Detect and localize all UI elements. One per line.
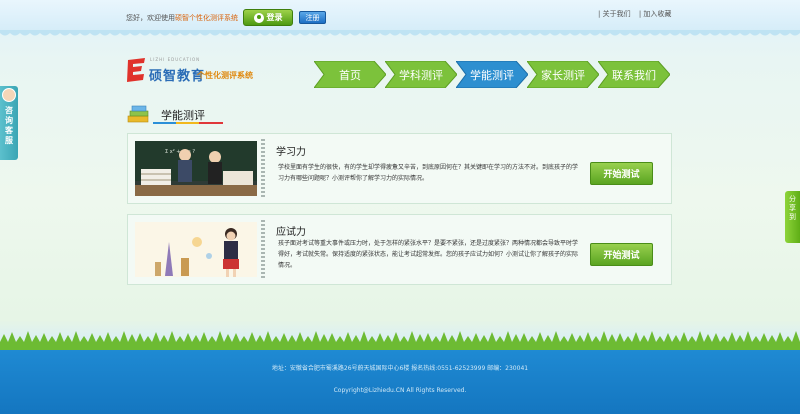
service-avatar-icon — [2, 88, 16, 102]
section-title-underline — [153, 122, 223, 124]
top-links: | 关于我们 | 加入收藏 — [598, 9, 677, 19]
nav-item-ability[interactable]: 学能测评 — [456, 61, 528, 88]
card-divider — [261, 139, 265, 199]
nav-item-parent[interactable]: 家长测评 — [527, 61, 599, 88]
start-test-button[interactable]: 开始测试 — [590, 243, 653, 266]
consult-label: 咨询客服 — [5, 106, 13, 145]
card-description: 学校里面有学生的很快，有的学生却学得疲惫又辛苦，到底原因何在？其关键即在学习的方… — [278, 164, 579, 182]
welcome-text: 您好，欢迎使用硕智个性化测评系统 — [126, 13, 238, 23]
assessment-card-learning: Σ x² + y = ? 学习力 学校里面有学生的很快，有的学生却学得疲惫又辛苦… — [127, 133, 672, 204]
start-test-button[interactable]: 开始测试 — [590, 162, 653, 185]
welcome-prefix: 您好，欢迎使用 — [126, 14, 175, 22]
nav-item-contact[interactable]: 联系我们 — [598, 61, 670, 88]
nav-label-home: 首页 — [339, 68, 361, 82]
nav-item-subject[interactable]: 学科测评 — [385, 61, 457, 88]
books-icon — [127, 105, 149, 123]
top-bar — [0, 0, 800, 33]
register-button[interactable]: 注册 — [299, 11, 326, 24]
logo-mark-icon — [127, 58, 145, 82]
card-title: 应试力 — [276, 227, 306, 238]
nav-label-contact: 联系我们 — [612, 68, 656, 82]
login-button[interactable]: 登录 — [243, 9, 293, 26]
about-us-link[interactable]: | 关于我们 — [598, 10, 631, 18]
share-tab[interactable]: 分享到 — [785, 191, 800, 243]
card-title: 学习力 — [276, 147, 306, 158]
footer-copyright: Copyright@Lizhiedu.CN All Rights Reserve… — [333, 387, 467, 394]
consult-service-tab[interactable]: 咨询客服 — [0, 86, 18, 160]
add-favorite-link[interactable]: | 加入收藏 — [639, 10, 672, 18]
nav-label-ability: 学能测评 — [470, 68, 514, 82]
logo-edu-text: LIZHI EDUCATION — [150, 57, 201, 62]
login-label: 登录 — [266, 13, 283, 22]
nav-label-subject: 学科测评 — [399, 68, 443, 82]
section-title: 学能测评 — [161, 109, 205, 122]
logo-tagline: 个性化测评系统 — [197, 71, 253, 80]
site-logo[interactable]: LIZHI EDUCATION 硕智教育 个性化测评系统 — [125, 55, 255, 89]
footer — [0, 350, 800, 414]
card-divider — [261, 220, 265, 280]
student-illustration — [135, 222, 257, 277]
main-nav: 首页 学科测评 学能测评 家长测评 联系我们 — [314, 61, 671, 88]
share-label: 分享到 — [789, 195, 796, 221]
user-icon — [253, 12, 264, 23]
welcome-brand: 硕智个性化测评系统 — [175, 14, 238, 22]
nav-item-home[interactable]: 首页 — [314, 61, 386, 88]
footer-address: 地址：安徽省合肥市蜀溪路26号蔚天城国际中心6楼 报名热线:0551-62523… — [271, 365, 529, 372]
top-wave-decoration — [0, 30, 800, 36]
classroom-photo: Σ x² + y = ? — [135, 141, 257, 196]
nav-label-parent: 家长测评 — [541, 68, 585, 82]
card-description: 孩子面对考试等重大事件或压力时，处于怎样的紧张水平？是要不紧张，还是过度紧张？两… — [278, 240, 579, 269]
assessment-card-exam: 应试力 孩子面对考试等重大事件或压力时，处于怎样的紧张水平？是要不紧张，还是过度… — [127, 214, 672, 285]
